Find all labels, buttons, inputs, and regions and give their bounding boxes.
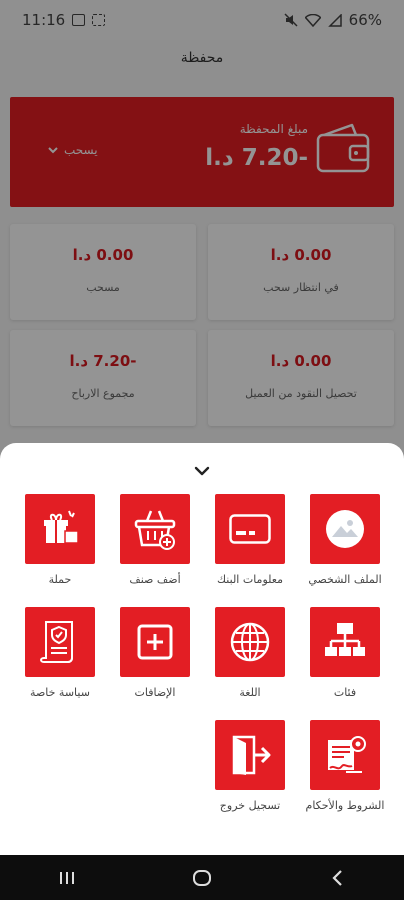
tile-label: أضف صنف <box>129 573 181 586</box>
tile-label: معلومات البنك <box>217 573 283 586</box>
tile-label: تسجيل خروج <box>219 799 281 812</box>
profile-image-icon <box>326 510 364 548</box>
recent-apps-button[interactable] <box>47 863 87 893</box>
menu-tile-terms-conditions[interactable]: الشروط والأحكام <box>305 720 385 812</box>
add-to-basket-icon <box>134 510 176 550</box>
tile-label: الملف الشخصي <box>308 573 382 586</box>
tile-label: اللغة <box>239 686 261 699</box>
globe-icon <box>230 622 270 662</box>
menu-tile-logout[interactable]: تسجيل خروج <box>210 720 290 812</box>
terms-conditions-icon <box>328 736 366 773</box>
menu-tile-add-item[interactable]: أضف صنف <box>115 494 195 586</box>
add-plus-icon <box>137 624 173 660</box>
menu-tile-categories[interactable]: فئات <box>305 607 385 699</box>
system-navigation-bar <box>0 855 404 900</box>
menu-tile-addons[interactable]: الإضافات <box>115 607 195 699</box>
home-icon <box>192 869 211 886</box>
tile-label: الشروط والأحكام <box>305 799 385 812</box>
bank-card-icon <box>229 514 271 544</box>
logout-icon <box>232 735 271 775</box>
menu-tile-campaign[interactable]: حملة <box>20 494 100 586</box>
tile-label: الإضافات <box>134 686 176 699</box>
bottom-sheet-menu: الملف الشخصي معلومات البنك أضف صنف حملة … <box>0 443 404 855</box>
tile-label: سياسة خاصة <box>30 686 90 699</box>
recent-apps-icon <box>60 871 75 884</box>
tile-label: فئات <box>333 686 357 699</box>
collapse-chevron-icon[interactable] <box>190 463 214 479</box>
menu-tile-privacy-policy[interactable]: سياسة خاصة <box>20 607 100 699</box>
privacy-policy-icon <box>40 621 73 663</box>
campaign-gifts-icon <box>44 510 79 544</box>
tile-label: حملة <box>48 573 72 586</box>
back-icon <box>332 869 342 886</box>
menu-tile-bank-info[interactable]: معلومات البنك <box>210 494 290 586</box>
menu-tile-language[interactable]: اللغة <box>210 607 290 699</box>
categories-hierarchy-icon <box>325 623 365 656</box>
home-button[interactable] <box>182 863 222 893</box>
menu-tile-profile[interactable]: الملف الشخصي <box>305 494 385 586</box>
back-button[interactable] <box>317 863 357 893</box>
